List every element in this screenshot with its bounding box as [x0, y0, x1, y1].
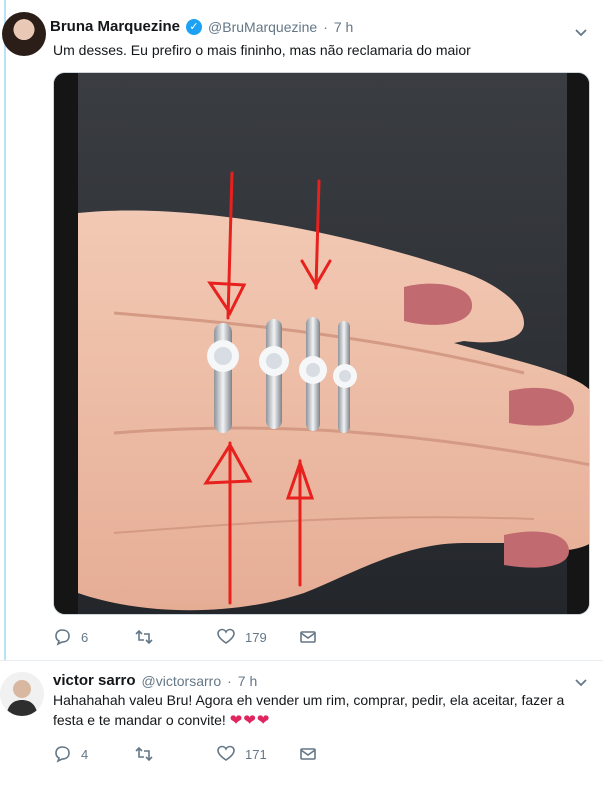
heart-icon: [217, 745, 235, 761]
heart-icon: [217, 628, 235, 644]
tweet-header: Bruna Marquezine ✓ @BruMarquezine · 7 h: [50, 18, 353, 35]
reply-text-body: Hahahahah valeu Bru! Agora eh vender um …: [53, 692, 565, 728]
reply-author-avatar[interactable]: [0, 672, 44, 716]
like-count: 171: [245, 746, 267, 762]
reply-header: victor sarro @victorsarro · 7 h: [53, 672, 257, 689]
rings-on-hand-photo: [54, 73, 589, 614]
reply-author-name[interactable]: victor sarro: [53, 672, 136, 689]
reply-button[interactable]: 6: [53, 628, 135, 646]
envelope-icon: [300, 631, 316, 643]
tweet-photo[interactable]: [53, 72, 590, 615]
chevron-down-icon[interactable]: [574, 676, 588, 690]
envelope-icon: [300, 748, 316, 760]
direct-message-button[interactable]: [299, 745, 381, 763]
retweet-icon: [135, 629, 153, 645]
like-count: 179: [245, 629, 267, 645]
retweet-button[interactable]: [135, 745, 217, 763]
reply-text: Hahahahah valeu Bru! Agora eh vender um …: [53, 690, 588, 731]
direct-message-button[interactable]: [299, 628, 381, 646]
heart-emoji-icon: ❤❤❤: [229, 712, 271, 729]
separator-dot: ·: [227, 672, 232, 689]
reply-count: 4: [81, 746, 89, 762]
avatar-photo: [0, 672, 44, 716]
reply-actions: 4 171: [53, 745, 381, 763]
author-name[interactable]: Bruna Marquezine: [50, 18, 180, 35]
tweet[interactable]: Bruna Marquezine ✓ @BruMarquezine · 7 h …: [0, 0, 603, 660]
reply-icon: [55, 629, 70, 646]
verified-badge-icon: ✓: [186, 18, 203, 35]
retweet-icon: [135, 746, 153, 762]
like-button[interactable]: 171: [217, 745, 299, 763]
like-button[interactable]: 179: [217, 628, 299, 646]
tweet-timestamp[interactable]: 7 h: [334, 19, 353, 35]
reply-timestamp[interactable]: 7 h: [238, 673, 257, 689]
reply-author-handle[interactable]: @victorsarro: [142, 673, 222, 689]
reply-button[interactable]: 4: [53, 745, 135, 763]
reply-count: 6: [81, 629, 89, 645]
chevron-down-icon[interactable]: [574, 26, 588, 40]
separator-dot: ·: [323, 18, 328, 35]
tweet-actions: 6 179: [53, 628, 381, 646]
author-avatar[interactable]: [2, 12, 46, 56]
retweet-button[interactable]: [135, 628, 217, 646]
tweet-text: Um desses. Eu prefiro o mais fininho, ma…: [53, 42, 471, 58]
reply-icon: [55, 746, 70, 763]
author-handle[interactable]: @BruMarquezine: [208, 19, 317, 35]
